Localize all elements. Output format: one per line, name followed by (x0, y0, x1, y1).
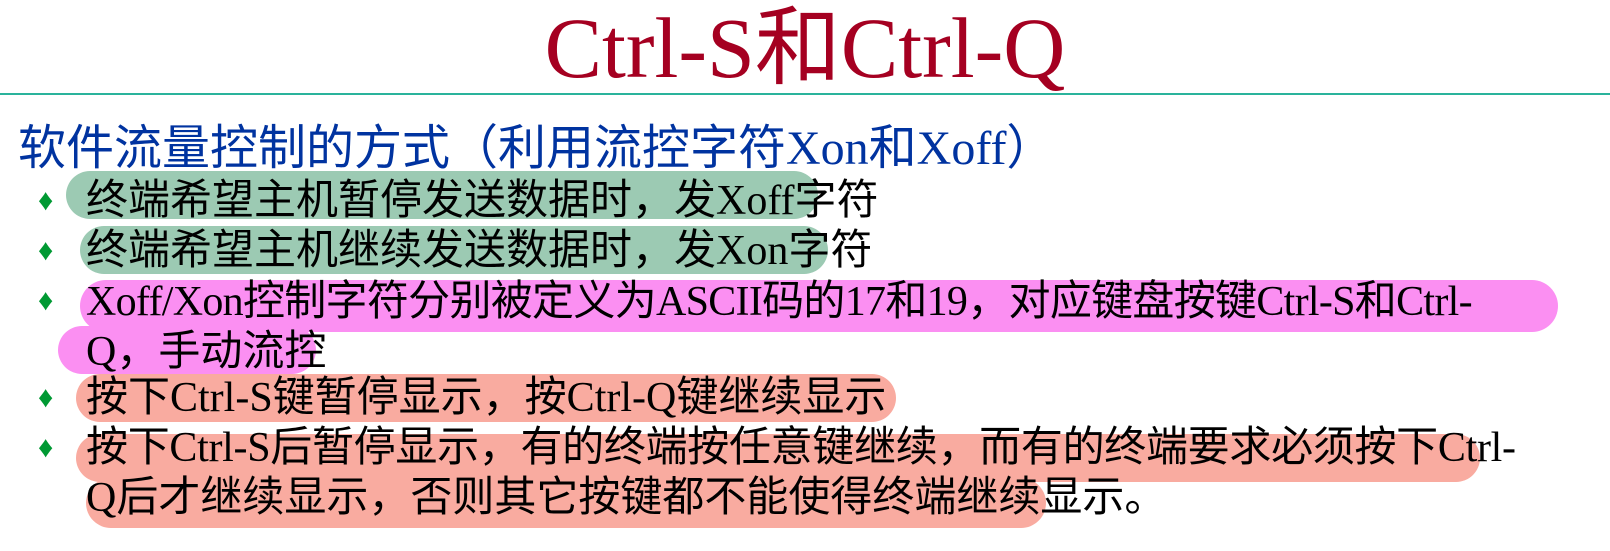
bullet-diamond-icon: ♦ (38, 234, 54, 267)
bullet-5-text-line-2: Q后才继续显示，否则其它按键都不能使得终端继续显示。 (86, 475, 1167, 521)
bullet-diamond-icon: ♦ (38, 184, 54, 217)
bullet-1-text: 终端希望主机暂停发送数据时，发Xoff字符 (86, 178, 879, 224)
bullet-3-text-line-1: Xoff/Xon控制字符分别被定义为ASCII码的17和19，对应键盘按键Ctr… (86, 279, 1473, 325)
bullet-4-text: 按下Ctrl-S键暂停显示，按Ctrl-Q键继续显示 (86, 375, 887, 421)
bullet-diamond-icon: ♦ (38, 381, 54, 414)
bullet-diamond-icon: ♦ (38, 284, 54, 317)
bullet-2-text: 终端希望主机继续发送数据时，发Xon字符 (86, 228, 873, 274)
title-divider (0, 93, 1610, 95)
bullet-5-text-line-1: 按下Ctrl-S后暂停显示，有的终端按任意键继续，而有的终端要求必须按下Ctrl… (86, 425, 1516, 471)
bullet-3-text-line-2: Q，手动流控 (86, 329, 327, 375)
slide-title: Ctrl-S和Ctrl-Q (544, 0, 1066, 96)
bullet-diamond-icon: ♦ (38, 431, 54, 464)
